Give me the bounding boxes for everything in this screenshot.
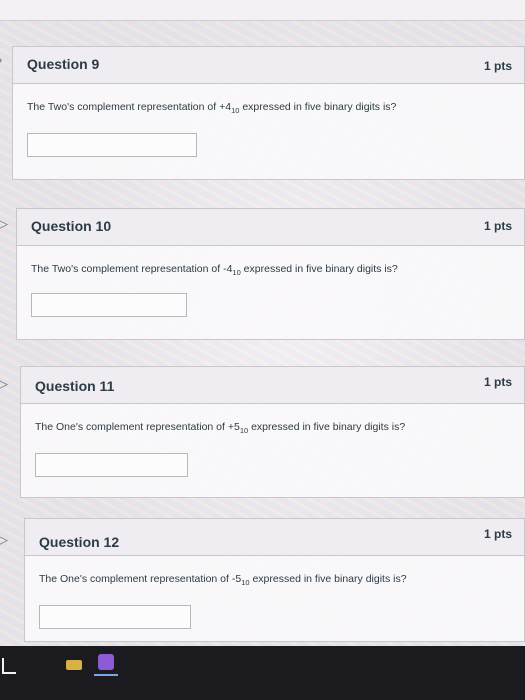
question-points: 1 pts [483, 527, 512, 541]
question-card-9: Question 9 1 pts The Two's complement re… [12, 46, 525, 180]
flag-question-icon[interactable]: ▷ [0, 216, 12, 232]
answer-input[interactable] [31, 293, 187, 317]
question-title: Question 10 [31, 218, 112, 234]
question-header: Question 10 1 pts [17, 209, 524, 246]
file-explorer-icon[interactable] [66, 660, 82, 670]
previous-question-footer [0, 0, 525, 21]
question-title: Question 11 [35, 378, 115, 394]
question-header: Question 12 1 pts [25, 519, 524, 556]
question-title: Question 9 [27, 56, 100, 72]
question-title: Question 12 [39, 534, 120, 550]
taskbar [0, 646, 525, 700]
flag-question-icon[interactable]: ▷ [0, 532, 12, 548]
answer-input[interactable] [35, 453, 188, 477]
question-card-12: Question 12 1 pts The One's complement r… [24, 518, 525, 642]
answer-input[interactable] [39, 605, 191, 629]
question-card-11: Question 11 1 pts The One's complement r… [20, 366, 525, 498]
question-text: The Two's complement representation of -… [31, 263, 398, 278]
active-app-indicator [94, 674, 118, 676]
question-points: 1 pts [483, 59, 512, 73]
question-text: The Two's complement representation of +… [27, 101, 397, 116]
question-text: The One's complement representation of +… [35, 421, 406, 436]
app-icon[interactable] [98, 654, 114, 670]
question-card-10: Question 10 1 pts The Two's complement r… [16, 208, 525, 340]
question-points: 1 pts [483, 219, 512, 233]
flag-question-icon[interactable]: › [0, 52, 12, 68]
question-header: Question 11 1 pts [21, 367, 524, 404]
answer-input[interactable] [27, 133, 197, 157]
flag-question-icon[interactable]: ▷ [0, 376, 12, 392]
question-points: 1 pts [483, 375, 512, 389]
question-text: The One's complement representation of -… [39, 573, 407, 588]
start-icon[interactable] [2, 658, 16, 674]
question-header: Question 9 1 pts [13, 47, 524, 84]
